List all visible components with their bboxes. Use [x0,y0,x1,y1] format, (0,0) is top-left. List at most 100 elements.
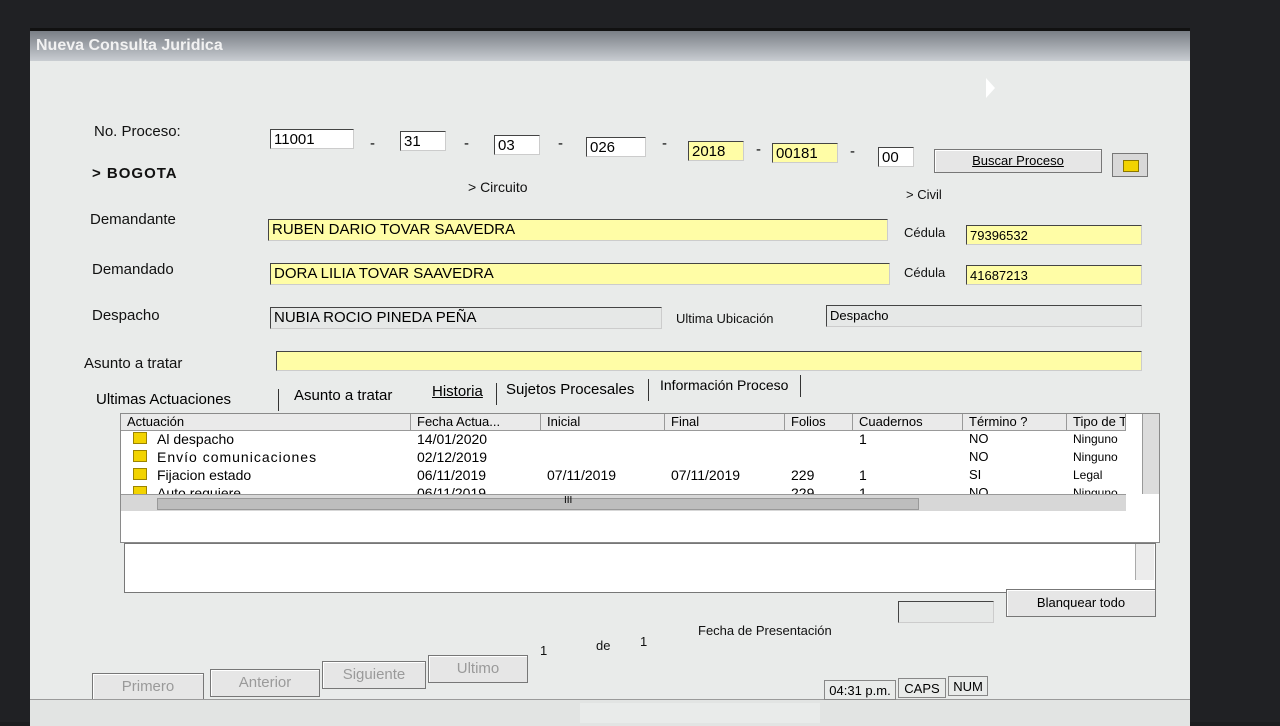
column-header[interactable]: Cuadernos [853,414,963,430]
table-row[interactable]: Fijacion estado 06/11/2019 07/11/2019 07… [121,466,1126,484]
proceso-part-3[interactable]: 03 [494,135,540,155]
asunto-label: Asunto a tratar [84,355,183,372]
separator: - [558,135,563,152]
table-header: Actuación Fecha Actua... Inicial Final F… [121,414,1126,431]
column-header[interactable]: Final [665,414,785,430]
column-header[interactable]: Tipo de T [1067,414,1126,430]
buscar-proceso-button[interactable]: Buscar Proceso [934,149,1102,173]
tab-historia[interactable]: Historia [432,383,483,400]
app-window: Nueva Consulta Juridica No. Proceso: 110… [30,28,1190,726]
demandante-label: Demandante [90,211,176,228]
tab-ultimas-actuaciones[interactable]: Ultimas Actuaciones [96,391,231,408]
demandado-field[interactable]: DORA LILIA TOVAR SAAVEDRA [270,263,890,285]
asunto-field[interactable] [276,351,1142,371]
tipo-cell: Ninguno [1073,486,1118,494]
fecha-cell: 14/01/2020 [417,431,488,447]
proceso-part-2[interactable]: 31 [400,131,446,151]
status-time: 04:31 p.m. [824,680,896,700]
status-panel [580,703,820,723]
actuacion-cell: Al despacho [157,431,235,447]
despacho-label: Despacho [92,307,160,324]
cuadernos-cell: 1 [859,485,867,494]
demandado-cedula-field[interactable]: 41687213 [966,265,1142,285]
fecha-cell: 06/11/2019 [417,485,487,494]
tipo-cell: Ninguno [1073,432,1118,446]
tab-divider [800,375,801,397]
despacho-field: NUBIA ROCIO PINEDA PEÑA [270,307,662,329]
termino-cell: NO [969,485,989,494]
separator: - [850,143,855,160]
scroll-thumb-grip: III [564,495,573,506]
folder-icon [133,468,147,480]
open-folder-button[interactable] [1112,153,1148,177]
actuacion-cell: Fijacion estado [157,467,252,483]
tab-divider [496,383,497,405]
page-de: de [596,638,611,653]
actuacion-detail-box[interactable] [124,543,1156,593]
status-caps: CAPS [898,678,946,698]
folios-cell: 229 [791,485,815,494]
separator: - [370,135,375,152]
fecha-cell: 06/11/2019 [417,467,487,483]
primero-button[interactable]: Primero [92,673,204,701]
fecha-presentacion-field[interactable] [898,601,994,623]
folder-open-icon [1123,160,1139,172]
folder-icon [133,450,147,462]
mouse-cursor-icon [986,78,995,98]
tipo-cell: Ninguno [1073,450,1118,464]
table-horizontal-scrollbar[interactable]: III [121,494,1126,511]
siguiente-button[interactable]: Siguiente [322,661,426,689]
proceso-part-6[interactable]: 00181 [772,143,838,163]
termino-cell: SI [969,467,982,482]
tab-informacion-proceso[interactable]: Información Proceso [660,377,788,393]
table-row[interactable]: Al despacho 14/01/2020 1 NO Ninguno [121,430,1126,448]
fecha-presentacion-label: Fecha de Presentación [698,623,832,638]
demandante-cedula-label: Cédula [904,225,946,240]
demandante-cedula-field[interactable]: 79396532 [966,225,1142,245]
column-header[interactable]: Folios [785,414,853,430]
window-title: Nueva Consulta Juridica [30,31,1190,61]
table-vertical-scrollbar[interactable] [1142,414,1159,494]
proceso-part-5[interactable]: 2018 [688,141,744,161]
column-header[interactable]: Inicial [541,414,665,430]
circuito-label: > Circuito [468,179,528,195]
page-current: 1 [540,643,548,658]
column-header[interactable]: Término ? [963,414,1067,430]
ultimo-button[interactable]: Ultimo [428,655,528,683]
fecha-cell: 02/12/2019 [417,449,488,465]
column-header[interactable]: Fecha Actua... [411,414,541,430]
detail-scrollbar[interactable] [1135,544,1154,580]
form-area: No. Proceso: 11001 - 31 - 03 - 026 - 201… [30,61,1190,726]
final-cell: 07/11/2019 [671,467,741,483]
folder-icon [133,486,147,494]
tab-strip: Ultimas Actuaciones Asunto a tratar Hist… [96,375,1156,411]
table-row[interactable]: Envío comunicaciones 02/12/2019 NO Ningu… [121,448,1126,466]
tab-divider [648,379,649,401]
column-header[interactable]: Actuación [121,414,411,430]
tab-divider [278,389,279,411]
scroll-thumb[interactable]: III [157,495,919,510]
ciudad-label: > BOGOTA [92,165,178,182]
proceso-part-7[interactable]: 00 [878,147,914,167]
separator: - [756,141,761,158]
table-row[interactable]: Auto requiere 06/11/2019 229 1 NO Ningun… [121,484,1126,494]
actuacion-cell: Auto requiere [157,485,242,494]
demandado-label: Demandado [92,261,174,278]
tab-sujetos-procesales[interactable]: Sujetos Procesales [506,381,634,398]
especialidad-label: > Civil [906,187,942,202]
blanquear-todo-button[interactable]: Blanquear todo [1006,589,1156,617]
proceso-part-1[interactable]: 11001 [270,129,354,149]
inicial-cell: 07/11/2019 [547,467,617,483]
tipo-cell: Legal [1073,468,1103,482]
folder-icon [133,432,147,444]
actuaciones-table: Actuación Fecha Actua... Inicial Final F… [120,413,1160,543]
termino-cell: NO [969,431,989,446]
demandante-field[interactable]: RUBEN DARIO TOVAR SAAVEDRA [268,219,888,241]
anterior-button[interactable]: Anterior [210,669,320,697]
actuacion-cell: Envío comunicaciones [157,449,318,465]
proceso-label: No. Proceso: [94,123,181,140]
separator: - [662,135,667,152]
tab-asunto-a-tratar[interactable]: Asunto a tratar [294,387,392,404]
proceso-part-4[interactable]: 026 [586,137,646,157]
page-total: 1 [640,634,648,649]
